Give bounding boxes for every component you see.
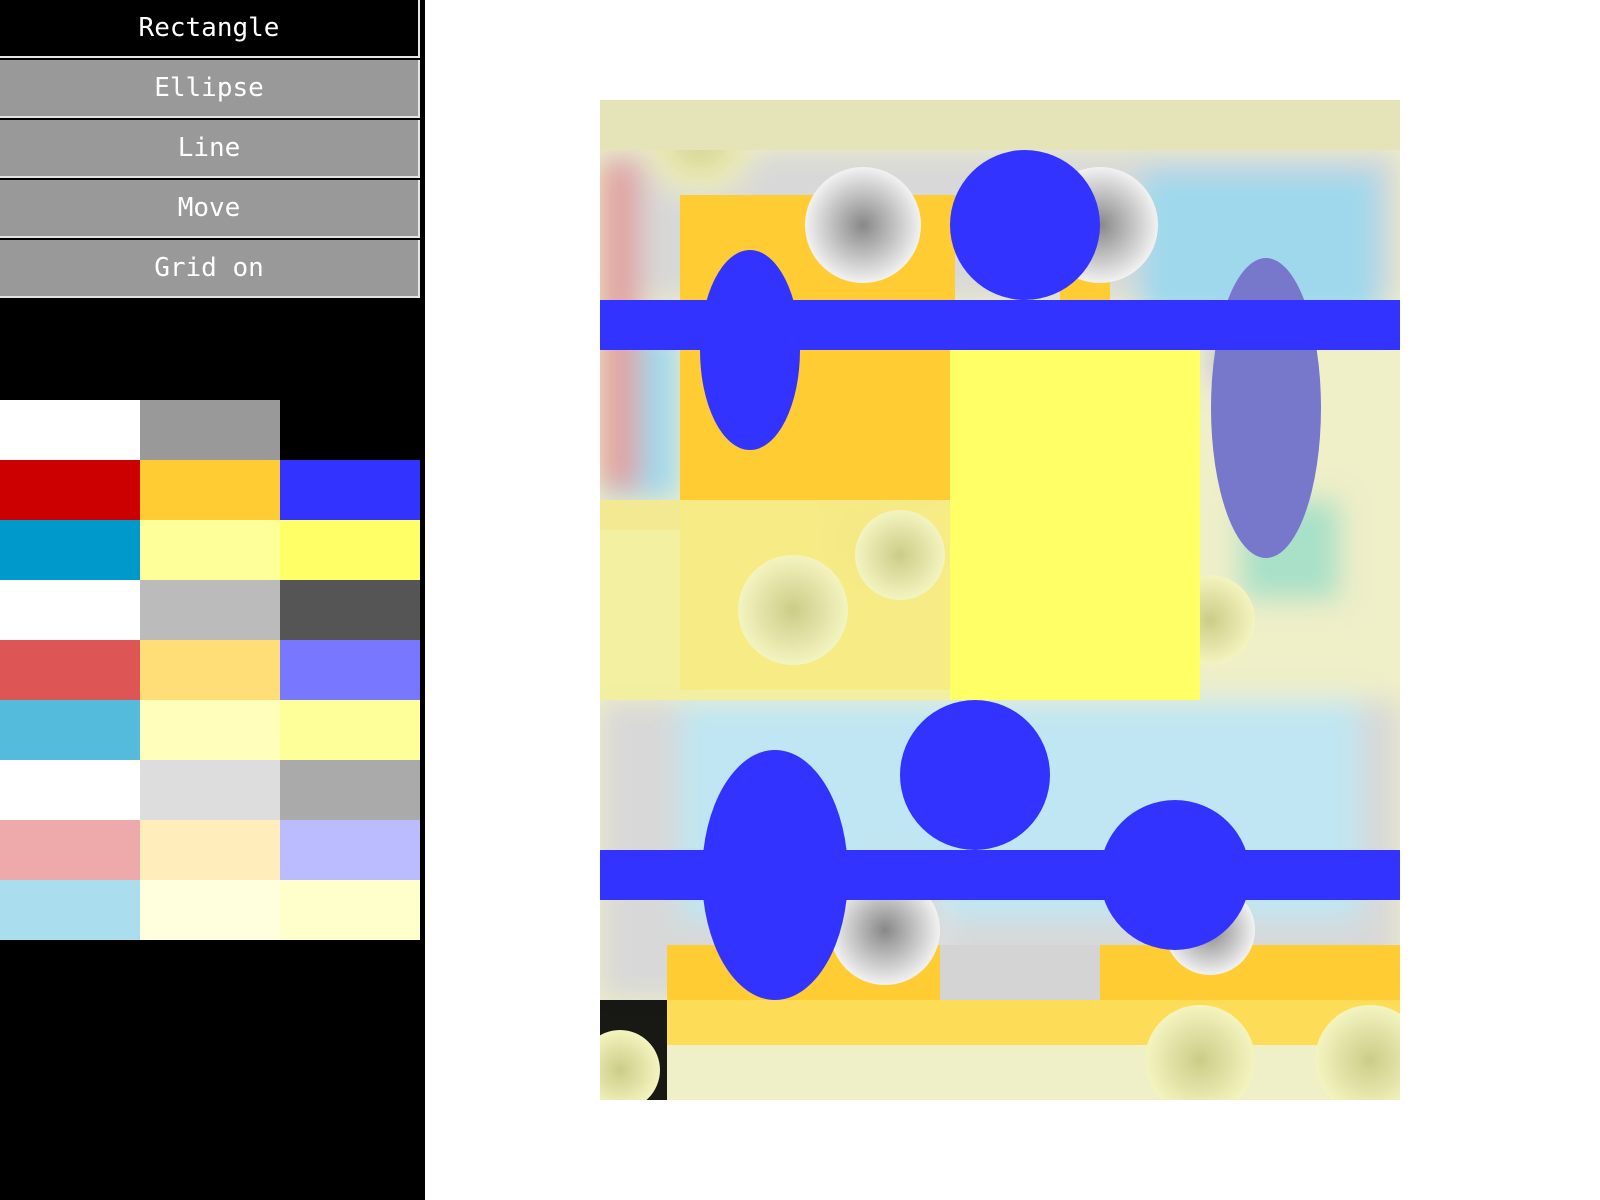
yellow-ball-b — [855, 510, 945, 600]
color-swatch[interactable] — [280, 700, 420, 760]
color-swatch[interactable] — [140, 760, 280, 820]
line-tool-button[interactable]: Line — [0, 120, 420, 178]
color-swatch[interactable] — [280, 640, 420, 700]
rectangle-tool-button[interactable]: Rectangle — [0, 0, 420, 58]
move-tool-button[interactable]: Move — [0, 180, 420, 238]
color-swatch[interactable] — [280, 820, 420, 880]
color-swatch[interactable] — [0, 880, 140, 940]
color-swatch[interactable] — [0, 460, 140, 520]
color-swatch[interactable] — [280, 400, 420, 460]
blue-circle-bottom-right[interactable] — [1100, 800, 1250, 950]
color-swatch[interactable] — [280, 880, 420, 940]
ellipse-tool-button[interactable]: Ellipse — [0, 60, 420, 118]
color-swatch[interactable] — [280, 520, 420, 580]
color-swatch[interactable] — [280, 760, 420, 820]
color-swatch[interactable] — [140, 820, 280, 880]
color-swatch[interactable] — [280, 460, 420, 520]
color-swatch[interactable] — [0, 700, 140, 760]
canvas-area — [425, 0, 1600, 1200]
color-swatch[interactable] — [140, 880, 280, 940]
color-swatch[interactable] — [0, 580, 140, 640]
color-swatch[interactable] — [140, 400, 280, 460]
color-swatch[interactable] — [140, 580, 280, 640]
yellow-rectangle[interactable] — [950, 350, 1200, 700]
grid-toggle-button[interactable]: Grid on — [0, 240, 420, 298]
blue-circle-bottom-mid[interactable] — [900, 700, 1050, 850]
blue-ellipse-left-top[interactable] — [700, 250, 800, 450]
top-band — [600, 100, 1400, 150]
color-swatch[interactable] — [0, 640, 140, 700]
drawing-svg[interactable] — [600, 100, 1400, 1100]
color-palette — [0, 400, 420, 940]
color-swatch[interactable] — [280, 580, 420, 640]
gray-pill-bottom — [940, 945, 1100, 1000]
yellow-ball-a — [738, 555, 848, 665]
blue-ellipse-bottom-left[interactable] — [702, 750, 848, 1000]
color-swatch[interactable] — [0, 760, 140, 820]
color-swatch[interactable] — [140, 700, 280, 760]
orange-rectangle-bottom-overlay — [667, 1000, 1400, 1045]
drawing-canvas[interactable] — [600, 100, 1400, 1100]
color-swatch[interactable] — [0, 400, 140, 460]
color-swatch[interactable] — [0, 520, 140, 580]
color-swatch[interactable] — [0, 820, 140, 880]
color-swatch[interactable] — [140, 520, 280, 580]
blue-circle-top[interactable] — [950, 150, 1100, 300]
gray-ball-a — [805, 167, 921, 283]
tool-sidebar: Rectangle Ellipse Line Move Grid on — [0, 0, 425, 1200]
color-swatch[interactable] — [140, 640, 280, 700]
color-swatch[interactable] — [140, 460, 280, 520]
